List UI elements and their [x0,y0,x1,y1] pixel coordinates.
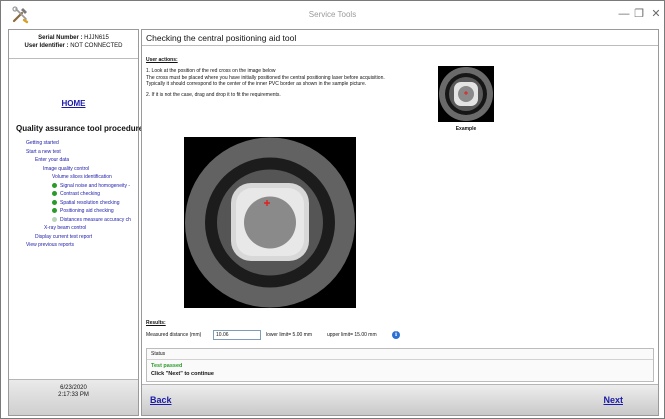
user-identifier-label: User Identifier : [24,42,69,49]
serial-number-value: HJJN615 [84,35,109,41]
nav-item-getting-started[interactable]: Getting started [26,140,59,146]
left-navigation-pane: Serial Number : HJJN615 User Identifier … [8,29,143,416]
nav-item-label: Volume slices identification [52,174,112,180]
nav-item-label: Contrast checking [60,191,101,197]
nav-item-label: Getting started [26,140,59,146]
status-done-icon [52,199,57,205]
status-panel: Status Test passed Click "Next" to conti… [146,348,654,382]
lower-limit-text: lower limit= 5.00 mm [266,332,312,338]
window-title: Service Tools [308,10,357,19]
nav-item-label: Distances measure accuracy ch [60,216,131,223]
nav-item-label: Image quality control [43,165,90,172]
status-pending-icon [52,216,57,222]
nav-item-display-report[interactable]: Display current test report [35,234,92,240]
measured-distance-label: Measured distance (mm) [146,332,202,338]
nav-item-label: View previous reports [26,242,74,248]
nav-item-label: Spatial resolution checking [60,199,120,206]
navigation-bar: Back Next [142,384,658,415]
page-title: Checking the central positioning aid too… [146,33,297,43]
title-bar: Service Tools — ❐ ✕ [1,1,664,28]
nav-item-label: X-ray beam control [44,225,87,231]
status-done-icon [52,208,57,214]
close-icon[interactable]: ✕ [649,7,663,21]
nav-item-label: Display current test report [35,233,93,240]
next-button[interactable]: Next [603,395,623,405]
status-message: Test passed [151,363,183,369]
instructions: 1. Look at the position of the red cross… [146,68,436,103]
restore-icon[interactable]: ❐ [632,7,646,21]
instruction-1-line-1: 1. Look at the position of the red cross… [146,68,276,74]
procedure-title: Quality assurance tool procedure [16,124,144,133]
results-label: Results: [146,320,166,326]
nav-item-image-quality-control[interactable]: Image quality control [43,166,89,172]
upper-limit-text: upper limit= 15.00 mm [327,332,377,338]
measured-distance-input[interactable] [213,330,261,340]
instruction-2: 2. If it is not the case, drag and drop … [146,92,281,98]
title-divider [142,45,658,46]
service-tools-window: Service Tools — ❐ ✕ Serial Number : HJJN… [0,0,665,419]
user-actions-label: User actions: [146,57,178,63]
nav-item-spatial-resolution[interactable]: Spatial resolution checking [52,200,138,206]
instruction-1-line-3: Typically it should correspond to the ce… [146,81,367,87]
current-date: 6/23/2020 [60,385,87,391]
minimize-icon[interactable]: — [617,7,631,21]
nav-item-label: Signal noise and homogeneity - [60,182,131,189]
nav-item-xray-beam-control[interactable]: X-ray beam control [44,225,86,231]
info-icon[interactable]: i [392,331,400,339]
user-identifier-line: User Identifier : NOT CONNECTED [9,43,138,51]
status-done-icon [52,182,57,188]
example-phantom-image [438,66,494,122]
nav-item-label: Positioning aid checking [60,208,114,214]
status-instruction: Click "Next" to continue [151,371,214,377]
nav-item-volume-slices[interactable]: Volume slices identification [52,174,112,180]
status-done-icon [52,191,57,197]
serial-number-line: Serial Number : HJJN615 [9,35,138,43]
example-label: Example [455,126,477,132]
nav-item-positioning-aid[interactable]: Positioning aid checking [52,208,138,214]
user-identifier-value: NOT CONNECTED [70,42,123,49]
nav-item-label: Enter your data [35,157,70,163]
date-time-panel: 6/23/2020 2:17:33 PM [9,379,138,415]
nav-item-distances-measure[interactable]: Distances measure accuracy ch [52,217,138,223]
home-link[interactable]: HOME [9,99,138,108]
device-info: Serial Number : HJJN615 User Identifier … [9,30,138,59]
current-time: 2:17:33 PM [58,392,89,398]
instruction-1-line-2: The cross must be placed where you have … [146,74,385,81]
nav-item-signal-noise[interactable]: Signal noise and homogeneity - [52,183,138,189]
serial-number-label: Serial Number : [38,35,83,41]
nav-item-start-new-test[interactable]: Start a new test [26,149,61,155]
nav-item-contrast-checking[interactable]: Contrast checking [52,191,138,197]
ct-phantom-image[interactable] [184,137,356,308]
status-header: Status [147,349,653,360]
back-button[interactable]: Back [150,395,172,405]
nav-item-label: Start a new test [26,148,61,155]
main-content-pane: Checking the central positioning aid too… [141,29,659,416]
nav-item-previous-reports[interactable]: View previous reports [26,242,74,248]
nav-item-enter-data[interactable]: Enter your data [35,157,69,163]
